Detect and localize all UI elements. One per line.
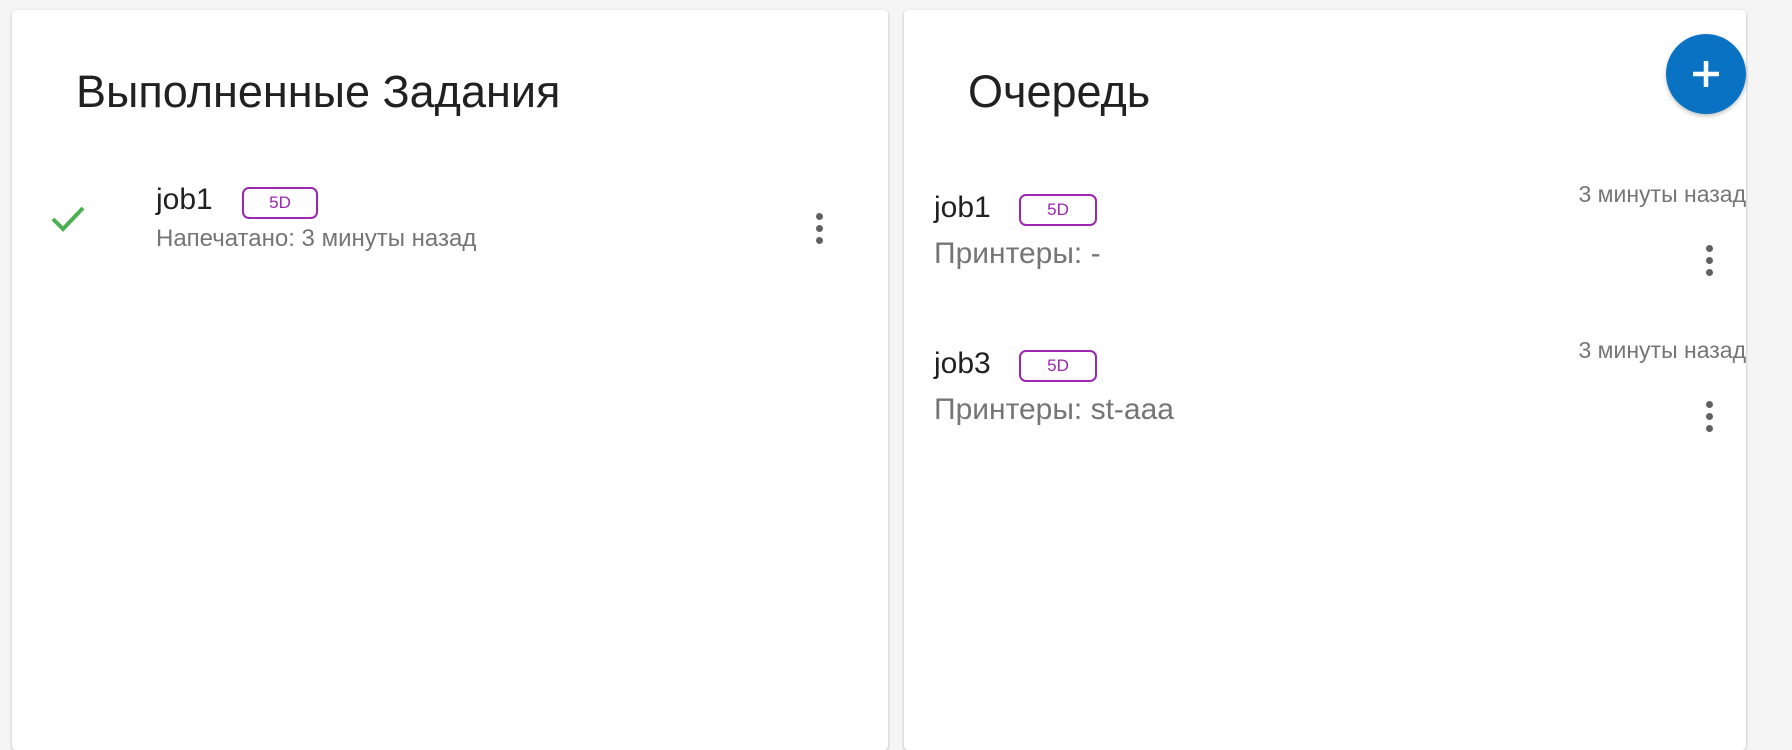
job-name: job3 (934, 347, 991, 380)
queue-title: Очередь (968, 66, 1151, 117)
job-menu-button[interactable] (799, 204, 839, 252)
printers-text: Принтеры: st-aaa (934, 393, 1174, 426)
queued-time: 3 минуты назад (1578, 337, 1747, 363)
completed-jobs-title: Выполненные Задания (76, 66, 561, 117)
printed-time: Напечатано: 3 минуты назад (156, 225, 477, 252)
job-menu-button[interactable] (1689, 236, 1729, 284)
job-name: job1 (156, 183, 213, 216)
queued-time: 3 минуты назад (1578, 181, 1747, 207)
job-tag: 5D (1019, 194, 1097, 226)
queue-card: Очередь job1 5D Принтеры: - 3 минуты наз… (904, 10, 1746, 750)
more-vert-icon (1705, 400, 1713, 408)
more-vert-icon (815, 212, 823, 220)
check-icon (51, 206, 85, 232)
job-name: job1 (934, 191, 991, 224)
job-tag: 5D (1019, 350, 1097, 382)
printers-text: Принтеры: - (934, 237, 1101, 270)
more-vert-icon (1705, 244, 1713, 252)
completed-jobs-card: Выполненные Задания job1 5D Напечатано: … (12, 10, 888, 750)
job-tag: 5D (242, 187, 318, 219)
add-job-button[interactable] (1666, 34, 1746, 114)
plus-icon (1693, 61, 1719, 87)
job-menu-button[interactable] (1689, 392, 1729, 440)
